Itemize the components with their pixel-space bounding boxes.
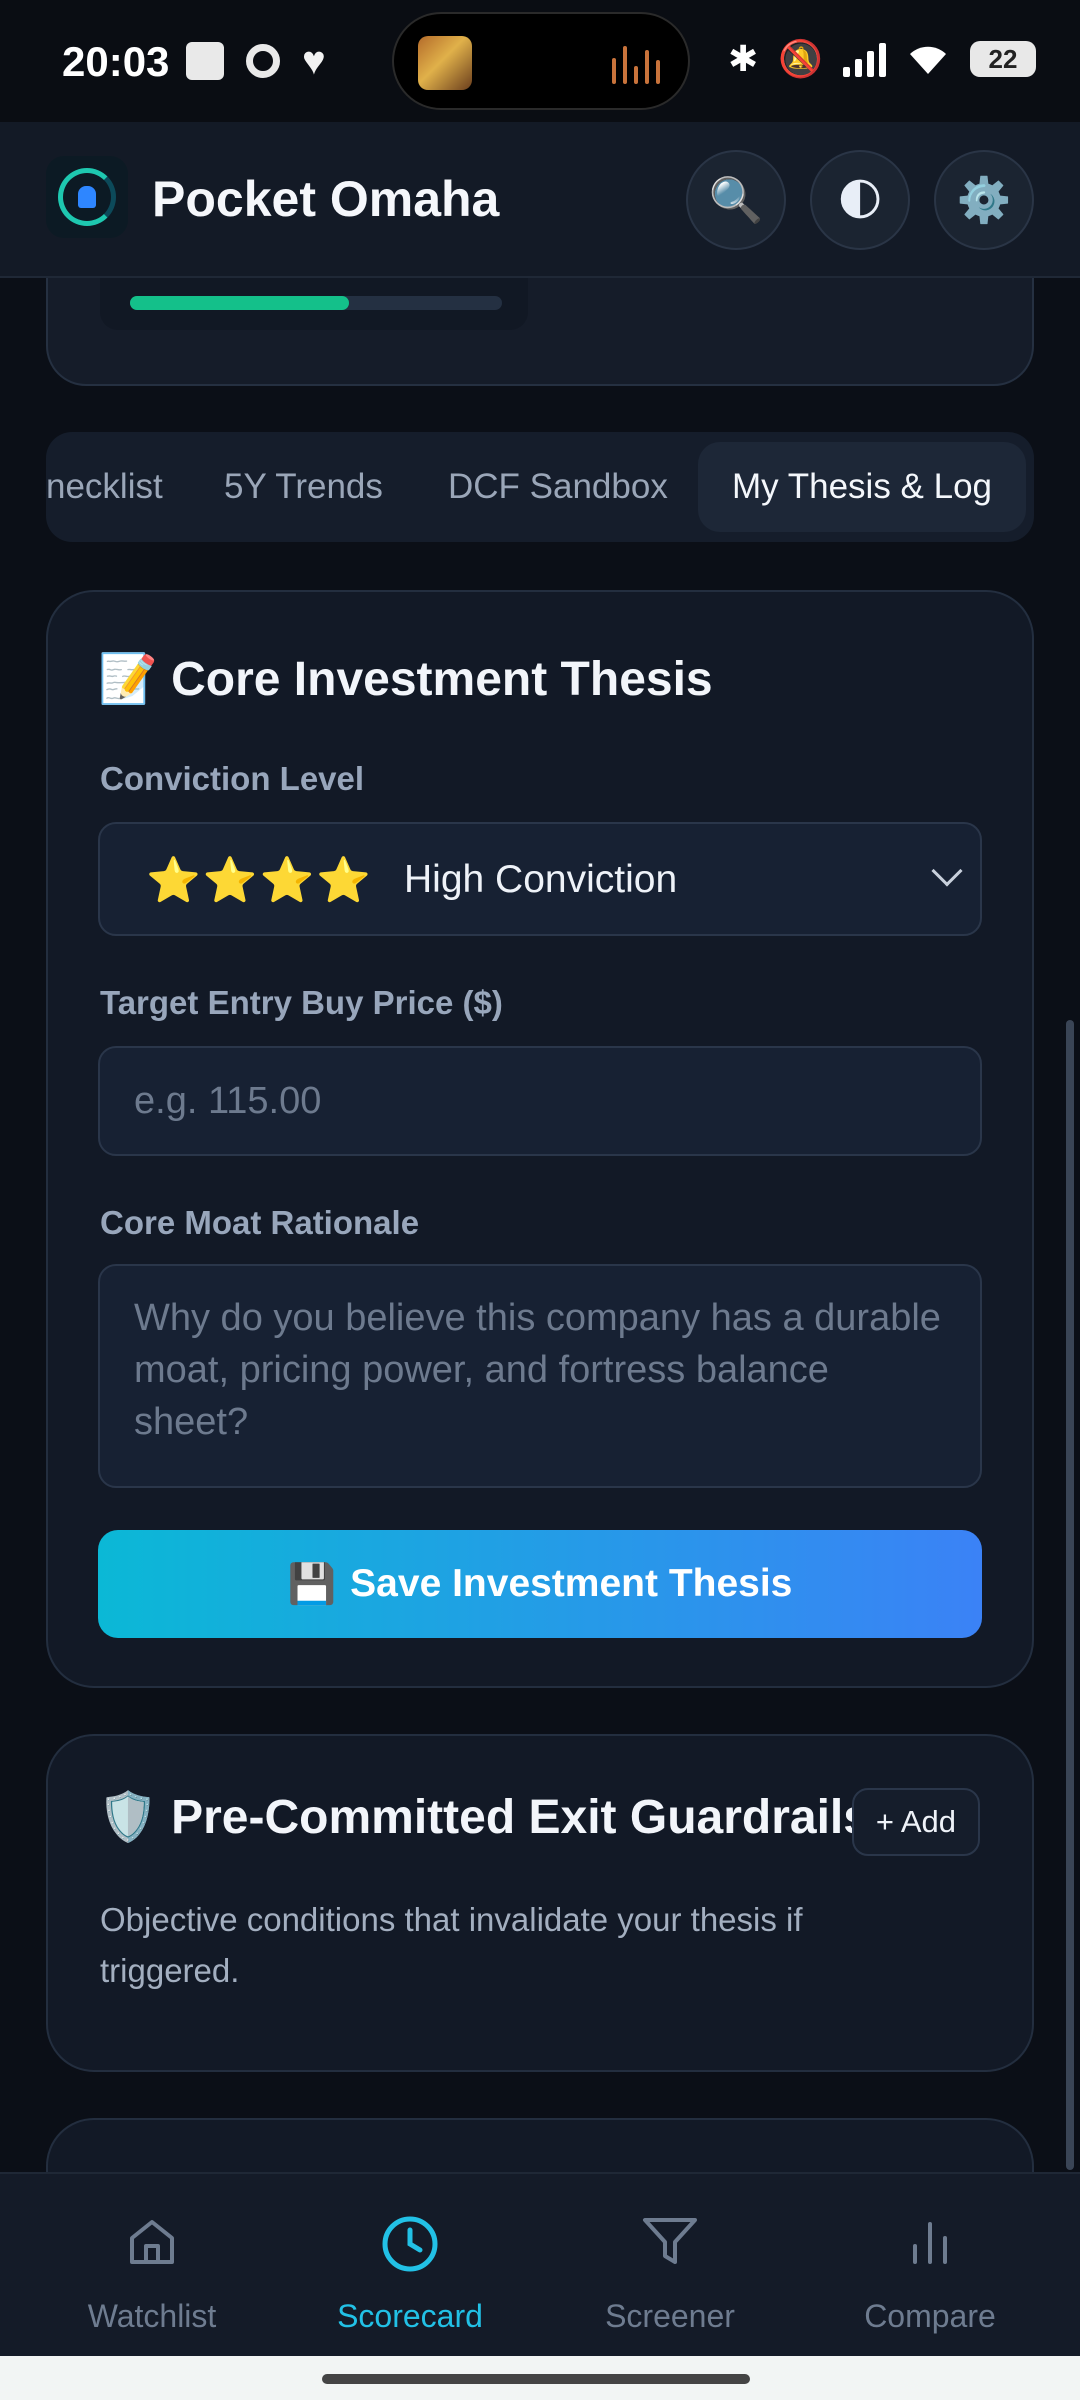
shield-icon: 🛡️ [98,1791,158,1844]
moon-icon: 🌓 [837,175,883,225]
moat-rationale-label: Core Moat Rationale [100,1204,420,1241]
app-logo [46,156,128,238]
moat-rationale-textarea[interactable] [98,1264,982,1488]
bar-chart-icon [913,2222,947,2264]
clock-icon [382,2216,438,2272]
tab-dcf-sandbox[interactable]: DCF Sandbox [448,432,668,542]
chrome-icon [246,44,280,78]
home-icon [130,2220,174,2264]
settings-button[interactable]: ⚙️ [934,150,1034,250]
status-system-icons: ✱ 🔕 22 [728,38,1036,80]
wifi-icon [910,46,946,74]
nav-compare[interactable]: Compare [800,2174,1060,2358]
status-notification-icons: ♥ [186,39,326,83]
filter-icon [643,2218,697,2264]
signal-icon [843,41,886,77]
search-button[interactable]: 🔍 [686,150,786,250]
bluetooth-icon: ✱ [728,38,759,79]
theme-toggle-button[interactable]: 🌓 [810,150,910,250]
conviction-label: Conviction Level [100,760,365,797]
score-progress-bar [130,296,502,310]
battery-indicator: 22 [970,41,1036,77]
dynamic-island[interactable] [392,12,690,110]
target-price-label: Target Entry Buy Price ($) [100,984,503,1021]
score-progress-fill [130,296,350,310]
nav-screener[interactable]: Screener [540,2174,800,2358]
gesture-navigation-area [0,2356,1080,2400]
conviction-value: High Conviction [404,858,678,901]
audio-visualizer-icon [612,44,660,84]
thesis-card-title: 📝 Core Investment Thesis [98,653,713,706]
tab-checklist[interactable]: necklist [46,432,163,542]
star-rating-icon: ⭐⭐⭐⭐ [146,856,374,905]
app-title: Pocket Omaha [152,171,500,227]
chevron-down-icon [931,855,963,887]
detail-tabs: necklist 5Y Trends DCF Sandbox My Thesis… [46,432,1034,542]
home-gesture-bar[interactable] [322,2374,750,2384]
nav-scorecard[interactable]: Scorecard [280,2174,540,2358]
score-summary-card [46,278,1034,386]
score-progress-box [100,278,528,330]
status-bar: 20:03 ♥ ✱ 🔕 22 [0,0,1080,122]
bell-icon [78,186,96,208]
status-time: 20:03 [62,38,170,85]
gear-icon: ⚙️ [956,176,1012,225]
floppy-disk-icon: 💾 [287,1563,337,1606]
nav-watchlist[interactable]: Watchlist [22,2174,282,2358]
thesis-card: 📝 Core Investment Thesis Conviction Leve… [46,590,1034,1688]
silent-icon: 🔕 [778,38,823,79]
target-price-input[interactable] [98,1046,982,1156]
tab-5y-trends[interactable]: 5Y Trends [224,432,383,542]
save-thesis-label: Save Investment Thesis [350,1562,793,1605]
tab-my-thesis-log[interactable]: My Thesis & Log [698,442,1027,532]
guardrails-description: Objective conditions that invalidate you… [100,1901,803,1989]
bottom-navigation: Watchlist Scorecard Screener Compare [0,2172,1080,2356]
exit-guardrails-card: 🛡️ Pre-Committed Exit Guardrails + Add O… [46,1734,1034,2072]
memo-icon: 📝 [98,653,158,706]
app-header: Pocket Omaha 🔍 🌓 ⚙️ [0,122,1080,278]
add-guardrail-button[interactable]: + Add [851,1788,980,1856]
page-scrollbar[interactable] [1066,1020,1074,2170]
conviction-select[interactable]: ⭐⭐⭐⭐ High Conviction [98,822,982,936]
save-thesis-button[interactable]: 💾 Save Investment Thesis [98,1530,982,1638]
heart-icon: ♥ [302,39,326,83]
media-artwork [418,36,472,90]
search-icon: 🔍 [708,176,764,225]
guardrails-card-title: 🛡️ Pre-Committed Exit Guardrails [98,1791,870,1844]
app-notification-icon [186,42,224,80]
